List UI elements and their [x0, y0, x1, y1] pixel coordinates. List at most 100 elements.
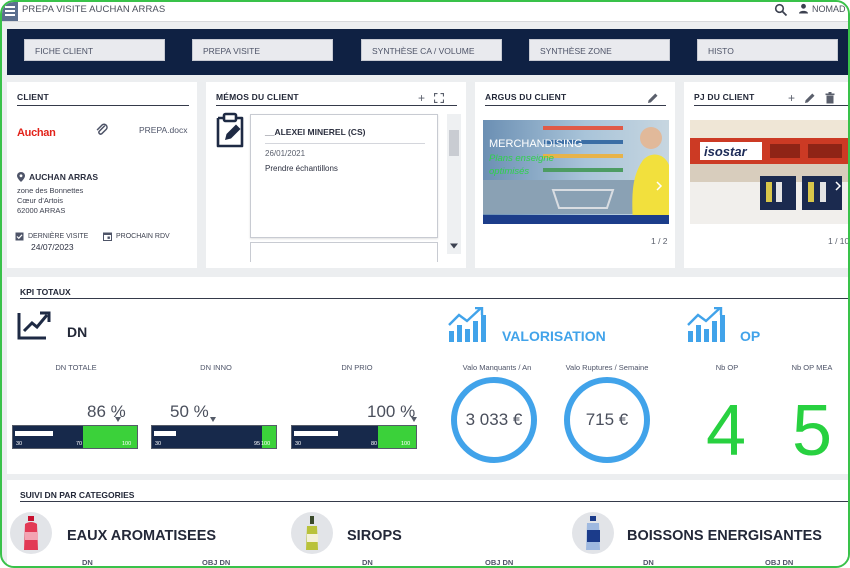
nav-synthese-zone[interactable]: SYNTHÈSE ZONE [529, 39, 670, 61]
memo-date: 26/01/2021 [265, 149, 306, 158]
add-attachment-icon[interactable]: + [788, 91, 795, 105]
pj-card: PJ DU CLIENT + isostar 1 / 10 [684, 82, 848, 268]
user-menu[interactable]: NOMAD [798, 3, 846, 14]
trend-check-icon [17, 311, 51, 340]
gauge-target-zone [378, 426, 416, 448]
client-card: CLIENT Auchan PREPA.docx AUCHAN ARRAS zo… [7, 82, 197, 268]
kpi-panel: KPI TOTAUX DN DN TOTALE DN INNO DN PRIO … [7, 277, 848, 474]
expand-icon[interactable] [434, 93, 445, 103]
argus-card-title: ARGUS DU CLIENT [485, 92, 567, 102]
suivi-section-title: SUIVI DN PAR CATEGORIES [20, 490, 135, 500]
argus-subline-1: Plans enseigne [489, 153, 554, 164]
nav-fiche-client[interactable]: FICHE CLIENT [24, 39, 165, 61]
valo-ruptures-value: 715 € [564, 377, 650, 463]
valo-manquants-label: Valo Manquants / An [462, 363, 532, 372]
category-dn-label: DN [362, 558, 373, 567]
edit-pencil-icon[interactable] [804, 92, 816, 104]
client-card-title: CLIENT [17, 92, 49, 102]
pj-banner-text: isostar [704, 144, 748, 159]
memos-card-title: MÉMOS DU CLIENT [216, 92, 299, 102]
paperclip-icon[interactable] [95, 123, 109, 137]
gauge-tick-high: 100 [261, 441, 271, 447]
nb-op-mea-value: 5 [792, 391, 833, 471]
dn-heading: DN [67, 324, 88, 340]
next-rdv-label: PROCHAIN RDV [116, 233, 170, 240]
attachment-doc-link[interactable]: PREPA.docx [139, 125, 188, 135]
eaux-aromatisees-icon [10, 512, 52, 554]
gauge-tick-high: 100 [122, 441, 132, 447]
nb-op-value: 4 [706, 391, 747, 471]
argus-slide-image[interactable]: MERCHANDISING Plans enseigne optimisés [483, 120, 669, 224]
location-pin-icon [17, 172, 25, 182]
category-eaux-aromatisees: EAUX AROMATISEES [67, 528, 217, 544]
gauge-value-bar [294, 431, 338, 436]
category-obj-dn-label: OBJ DN [202, 558, 231, 567]
sirops-icon [291, 512, 333, 554]
memo-edit-icon [216, 112, 244, 148]
client-city-label: AUCHAN ARRAS [29, 172, 99, 182]
nav-prepa-visite[interactable]: PREPA VISITE [192, 39, 333, 61]
edit-pencil-icon[interactable] [647, 92, 659, 104]
nav-synthese-ca-volume[interactable]: SYNTHÈSE CA / VOLUME [361, 39, 502, 61]
auchan-logo: Auchan [17, 127, 56, 139]
checkbox-calendar-icon [15, 232, 24, 241]
dn-prio-percent: 100 % [367, 402, 416, 421]
user-icon [799, 3, 808, 14]
category-boissons-energisantes: BOISSONS ENERGISANTES [627, 528, 822, 544]
bar-chart-trend-icon [687, 307, 725, 342]
memo-text: Prendre échantillons [265, 164, 338, 173]
dn-prio-gauge: 30 80 100 [291, 417, 417, 449]
category-dn-label: DN [643, 558, 654, 567]
gauge-tick-high: 100 [401, 441, 411, 447]
last-visit-date: 24/07/2023 [31, 242, 74, 252]
memo-item[interactable]: __ALEXEI MINEREL (CS) 26/01/2021 Prendre… [250, 114, 438, 238]
address-line-2: Cœur d'Artois [17, 196, 64, 205]
hamburger-menu-icon[interactable] [2, 2, 18, 21]
category-obj-dn-label: OBJ DN [485, 558, 514, 567]
calendar-icon [103, 232, 112, 241]
nb-op-mea-label: Nb OP MEA [791, 363, 833, 372]
dn-prio-label: DN PRIO [341, 363, 373, 372]
argus-card: ARGUS DU CLIENT MERCHANDISING Plans ense… [475, 82, 675, 268]
search-icon[interactable] [774, 3, 788, 17]
memo-scroll-thumb[interactable] [449, 130, 459, 156]
nb-op-label: Nb OP [715, 363, 739, 372]
gauge-marker [411, 417, 417, 422]
valorisation-heading: VALORISATION [502, 328, 606, 344]
address-line-3: 62000 ARRAS [17, 206, 66, 215]
dn-inno-gauge: 30 95 100 [151, 417, 277, 449]
gauge-marker [210, 417, 216, 422]
suivi-panel: SUIVI DN PAR CATEGORIES EAUX AROMATISEES… [7, 480, 848, 567]
valo-manquants-value: 3 033 € [451, 377, 537, 463]
scroll-down-icon[interactable] [448, 242, 460, 250]
app-title: PREPA VISITE AUCHAN ARRAS [22, 4, 166, 15]
memo-item[interactable] [250, 242, 438, 262]
category-sirops: SIROPS [347, 528, 402, 544]
gauge-tick-mid: 70 [76, 441, 83, 447]
boissons-energisantes-icon [572, 512, 614, 554]
trash-icon[interactable] [825, 92, 835, 104]
argus-subline-2: optimisés [489, 166, 529, 177]
gauge-tick-low: 30 [295, 441, 302, 447]
gauge-value-bar [154, 431, 176, 436]
pj-slide-image[interactable]: isostar [690, 120, 848, 224]
user-name: NOMAD [812, 3, 846, 14]
gauge-tick-low: 30 [155, 441, 162, 447]
gauge-tick-mid: 95 [254, 441, 261, 447]
dn-inno-label: DN INNO [200, 363, 232, 372]
category-dn-label: DN [82, 558, 93, 567]
nav-band: FICHE CLIENT PREPA VISITE SYNTHÈSE CA / … [7, 29, 848, 75]
add-memo-icon[interactable]: + [418, 91, 425, 105]
argus-headline: MERCHANDISING [489, 138, 583, 150]
address-line-1: zone des Bonnettes [17, 186, 84, 195]
dn-totale-gauge: 30 70 100 [12, 417, 138, 449]
bar-chart-trend-icon [448, 307, 486, 342]
nav-histo[interactable]: HISTO [697, 39, 838, 61]
gauge-value-bar [15, 431, 53, 436]
gauge-marker [115, 417, 121, 422]
last-visit-label: DERNIÈRE VISITE [28, 233, 89, 240]
client-city: AUCHAN ARRAS [17, 172, 98, 182]
top-bar: PREPA VISITE AUCHAN ARRAS NOMAD [2, 2, 848, 22]
gauge-tick-mid: 80 [371, 441, 378, 447]
dn-inno-percent: 50 % [170, 402, 209, 421]
